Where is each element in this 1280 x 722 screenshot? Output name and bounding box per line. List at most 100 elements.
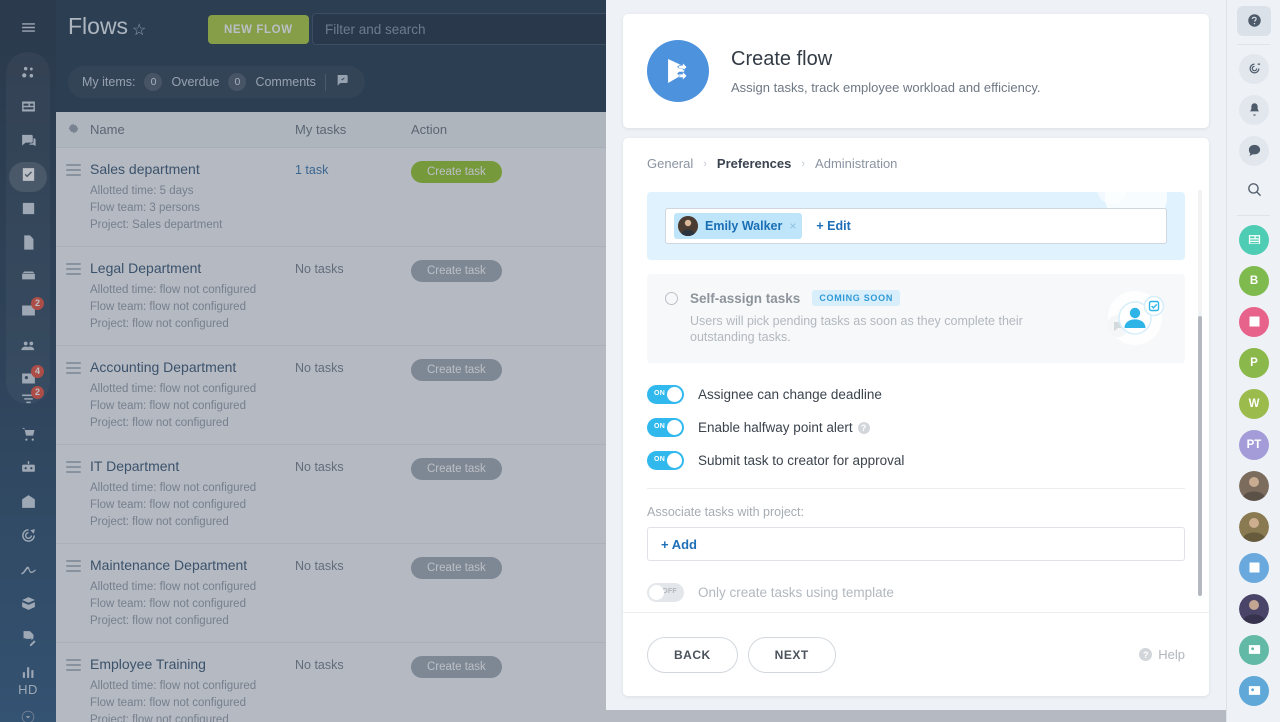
- help-link[interactable]: ? Help: [1139, 647, 1185, 662]
- assignee-chip[interactable]: Emily Walker ×: [674, 213, 803, 239]
- assignee-chip-name: Emily Walker: [705, 219, 783, 233]
- modal-subtitle: Assign tasks, track employee workload an…: [731, 79, 1041, 95]
- template-toggle-label: Only create tasks using template: [698, 585, 894, 600]
- right-rail-help[interactable]: [1227, 0, 1280, 41]
- avatar[interactable]: [1239, 634, 1269, 665]
- divider: [647, 488, 1185, 489]
- search-icon[interactable]: [1246, 181, 1263, 203]
- help-icon[interactable]: ?: [857, 422, 870, 434]
- avatar[interactable]: B: [1239, 265, 1269, 296]
- right-rail-search[interactable]: [1227, 171, 1280, 212]
- avatar-initials: P: [1250, 356, 1258, 369]
- create-flow-modal: Create flow Assign tasks, track employee…: [606, 0, 1226, 710]
- modal-body-card: General › Preferences › Administration Emily…: [623, 138, 1209, 696]
- modal-header-card: Create flow Assign tasks, track employee…: [623, 14, 1209, 128]
- avatar-initials: B: [1249, 274, 1259, 287]
- contacts-icon: [1247, 642, 1262, 657]
- breadcrumb-separator: ›: [801, 157, 806, 170]
- right-rail-pulse[interactable]: [1227, 48, 1280, 89]
- avatar[interactable]: P: [1239, 347, 1269, 378]
- add-project-button[interactable]: + Add: [647, 527, 1185, 561]
- right-rail-avatar[interactable]: W: [1227, 383, 1280, 424]
- project-field-label: Associate tasks with project:: [647, 505, 805, 519]
- assignee-field[interactable]: Emily Walker × + Edit: [665, 208, 1167, 244]
- toggle-row: ON Enable halfway point alert?: [647, 418, 1185, 437]
- right-rail-avatar[interactable]: [1227, 465, 1280, 506]
- template-toggle[interactable]: OFF: [647, 583, 684, 602]
- feed-icon: [1247, 232, 1262, 247]
- toggle-label: Submit task to creator for approval: [698, 453, 905, 468]
- breadcrumb-item-administration[interactable]: Administration: [815, 156, 897, 171]
- right-rail-avatar[interactable]: B: [1227, 260, 1280, 301]
- contacts-icon: [1247, 683, 1262, 698]
- pulse-icon[interactable]: [1239, 53, 1269, 84]
- avatar[interactable]: [1239, 675, 1269, 706]
- avatar[interactable]: [1239, 306, 1269, 337]
- assignee-panel: Emily Walker × + Edit: [647, 192, 1185, 260]
- self-assign-radio[interactable]: [665, 291, 678, 305]
- self-assign-description: Users will pick pending tasks as soon as…: [690, 314, 1023, 344]
- avatar[interactable]: [1239, 552, 1269, 583]
- modal-title: Create flow: [731, 47, 833, 70]
- right-rail-avatar[interactable]: [1227, 588, 1280, 629]
- breadcrumb: General › Preferences › Administration: [623, 138, 1209, 185]
- right-rail-bell[interactable]: [1227, 89, 1280, 130]
- breadcrumb-item-preferences[interactable]: Preferences: [717, 156, 791, 171]
- divider: [1237, 44, 1270, 45]
- toggle-list: ON Assignee can change deadline ON Enable h…: [647, 385, 1185, 470]
- self-assign-panel: Self-assign tasks COMING SOON Users will…: [647, 274, 1185, 363]
- calendar-icon: [1247, 314, 1262, 329]
- right-rail-avatar[interactable]: PT: [1227, 424, 1280, 465]
- toggle-row: ON Assignee can change deadline: [647, 385, 1185, 404]
- app-root: Name My tasks Action Sales department All…: [0, 0, 1280, 722]
- avatar[interactable]: W: [1239, 388, 1269, 419]
- toggle-row: ON Submit task to creator for approval: [647, 451, 1185, 470]
- avatar[interactable]: [1239, 593, 1269, 624]
- help-icon[interactable]: [1237, 5, 1271, 36]
- bell-icon[interactable]: [1239, 94, 1269, 125]
- avatar[interactable]: [1239, 470, 1269, 501]
- breadcrumb-item-general[interactable]: General: [647, 156, 693, 171]
- right-rail-avatar[interactable]: [1227, 506, 1280, 547]
- template-toggle-state: OFF: [662, 588, 677, 595]
- self-assign-title: Self-assign tasks: [690, 290, 801, 306]
- comment-icon[interactable]: [1239, 135, 1269, 166]
- avatar[interactable]: PT: [1239, 429, 1269, 460]
- right-rail-avatar[interactable]: [1227, 547, 1280, 588]
- right-sidebar: B P W PT: [1226, 0, 1280, 722]
- calendar-icon: [1247, 560, 1262, 575]
- toggle-switch-1[interactable]: ON: [647, 418, 684, 437]
- toggle-switch-0[interactable]: ON: [647, 385, 684, 404]
- right-rail-avatar[interactable]: [1227, 629, 1280, 670]
- toggle-label: Assignee can change deadline: [698, 387, 882, 402]
- avatar[interactable]: [1239, 224, 1269, 255]
- divider: [1237, 215, 1270, 216]
- help-label: Help: [1158, 647, 1185, 662]
- toggle-state-text: ON: [654, 456, 666, 463]
- right-rail-comment[interactable]: [1227, 130, 1280, 171]
- flow-icon: [647, 40, 709, 102]
- modal-scroll-area[interactable]: Emily Walker × + Edit Self-assign tasks …: [623, 186, 1209, 612]
- avatar[interactable]: [1239, 511, 1269, 542]
- breadcrumb-separator: ›: [703, 157, 707, 170]
- self-assign-illustration: [1097, 288, 1171, 346]
- right-rail-avatar[interactable]: [1227, 301, 1280, 342]
- help-icon: ?: [1139, 648, 1153, 661]
- right-rail-avatar[interactable]: [1227, 670, 1280, 711]
- toggle-label: Enable halfway point alert?: [698, 420, 870, 435]
- toggle-state-text: ON: [654, 390, 666, 397]
- toggle-state-text: ON: [654, 423, 666, 430]
- close-icon[interactable]: ×: [789, 219, 796, 233]
- edit-assignees-link[interactable]: + Edit: [816, 219, 850, 233]
- coming-soon-badge: COMING SOON: [812, 290, 901, 306]
- modal-footer: BACK NEXT ? Help: [623, 612, 1209, 696]
- toggle-switch-2[interactable]: ON: [647, 451, 684, 470]
- next-button[interactable]: NEXT: [747, 636, 836, 673]
- back-button[interactable]: BACK: [647, 636, 738, 673]
- avatar-initials: W: [1248, 397, 1260, 410]
- scrollbar-thumb[interactable]: [1198, 316, 1202, 596]
- right-rail-avatar[interactable]: P: [1227, 342, 1280, 383]
- avatar-initials: PT: [1246, 438, 1262, 451]
- template-toggle-row: OFF Only create tasks using template: [647, 583, 1185, 602]
- right-rail-avatar[interactable]: [1227, 219, 1280, 260]
